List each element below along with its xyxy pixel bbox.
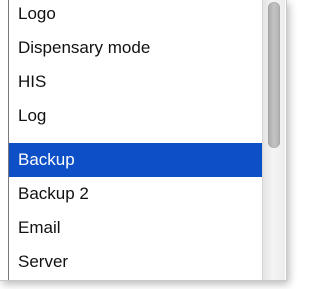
list-item-backup[interactable]: Backup (9, 143, 262, 177)
list-item-dispensary-mode[interactable]: Dispensary mode (9, 31, 262, 65)
scrollbar-thumb[interactable] (268, 2, 280, 148)
list-item-log[interactable]: Log (9, 99, 262, 133)
list-item-server[interactable]: Server (9, 245, 262, 279)
list-item-backup-2[interactable]: Backup 2 (9, 177, 262, 211)
vertical-scrollbar[interactable] (262, 0, 285, 280)
list-item-email[interactable]: Email (9, 211, 262, 245)
list-item-his[interactable]: HIS (9, 65, 262, 99)
screenshot-stage: Logo Dispensary mode HIS Log Backup Back… (0, 0, 300, 289)
settings-list[interactable]: Logo Dispensary mode HIS Log Backup Back… (8, 0, 262, 280)
list-item-logo[interactable]: Logo (9, 0, 262, 31)
settings-list-panel: Logo Dispensary mode HIS Log Backup Back… (0, 0, 287, 281)
